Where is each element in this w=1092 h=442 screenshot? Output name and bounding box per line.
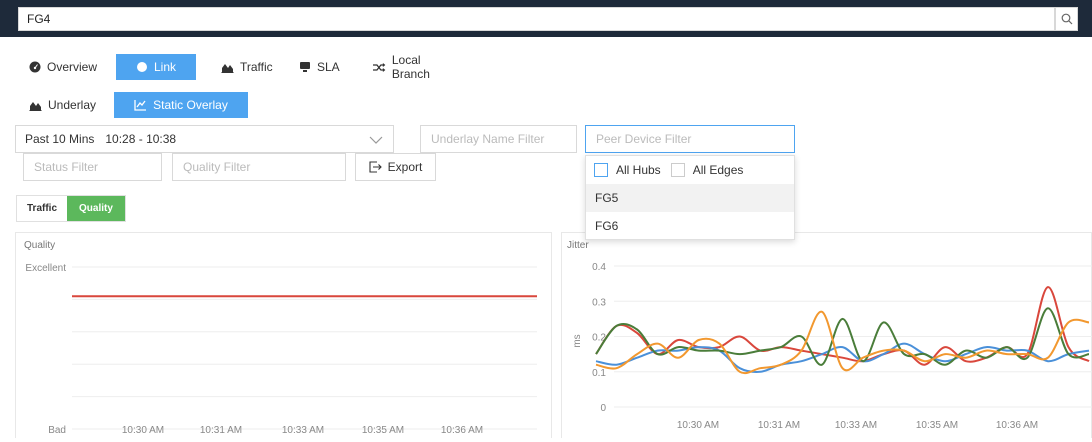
x-tick-label: 10:36 AM bbox=[441, 425, 483, 436]
x-tick-label: 10:30 AM bbox=[122, 425, 164, 436]
y-tick-label: Bad bbox=[48, 425, 66, 436]
tab-static-overlay[interactable]: Static Overlay bbox=[114, 92, 248, 118]
dropdown-checkbox-row: All Hubs All Edges bbox=[586, 156, 794, 184]
tab-overview[interactable]: Overview bbox=[18, 54, 116, 80]
x-tick-label: 10:30 AM bbox=[677, 420, 719, 431]
monitor-icon bbox=[300, 62, 310, 72]
link-bubble-icon bbox=[136, 62, 147, 72]
y-tick-label: 0.1 bbox=[592, 368, 606, 379]
x-tick-label: 10:33 AM bbox=[835, 420, 877, 431]
tab-label: SLA bbox=[317, 60, 340, 74]
dropdown-item-fg6[interactable]: FG6 bbox=[586, 212, 794, 240]
area-chart-icon bbox=[221, 63, 234, 73]
y-tick-label: 0 bbox=[600, 403, 606, 414]
main-tab-bar: Overview Link Traffic SLA Local Branch bbox=[18, 53, 472, 81]
checkbox-label: All Edges bbox=[692, 163, 744, 177]
tab-label: Overview bbox=[47, 60, 98, 74]
quality-chart: Quality Excellent Bad 10:30 AM 10:31 AM 10:33… bbox=[24, 240, 537, 436]
sub-tab-bar: Underlay Static Overlay bbox=[18, 92, 248, 118]
tab-label: Traffic bbox=[240, 60, 273, 74]
status-filter[interactable]: Status Filter bbox=[23, 153, 162, 181]
y-tick-label: 0.3 bbox=[592, 297, 606, 308]
x-tick-label: 10:35 AM bbox=[362, 425, 404, 436]
peer-device-filter[interactable]: Peer Device Filter bbox=[585, 125, 795, 153]
tab-label: Link bbox=[153, 60, 176, 74]
export-label: Export bbox=[387, 160, 423, 174]
search-icon bbox=[1061, 13, 1072, 25]
y-tick-label: Excellent bbox=[25, 263, 66, 274]
quality-chart-panel: Quality Excellent Bad 10:30 AM 10:31 AM 10:33… bbox=[15, 232, 552, 438]
time-range-value: 10:28 - 10:38 bbox=[105, 132, 177, 146]
search-input[interactable]: FG4 bbox=[18, 7, 1055, 31]
y-axis-unit: ms bbox=[572, 334, 583, 347]
toggle-quality[interactable]: Quality bbox=[67, 196, 125, 221]
search-bar: FG4 bbox=[0, 0, 1092, 37]
x-tick-label: 10:35 AM bbox=[916, 420, 958, 431]
x-tick-label: 10:36 AM bbox=[996, 420, 1038, 431]
checkbox-box bbox=[670, 163, 685, 177]
series-line bbox=[595, 310, 1090, 375]
chevron-down-icon bbox=[369, 136, 383, 144]
jitter-chart: Jitterms00.10.20.30.410:30 AM 10:31 AM 10:… bbox=[567, 240, 1092, 431]
tab-link[interactable]: Link bbox=[116, 54, 196, 80]
quality-filter[interactable]: Quality Filter bbox=[172, 153, 346, 181]
tab-label: Static Overlay bbox=[153, 98, 228, 112]
area-chart-icon bbox=[29, 101, 42, 111]
tab-traffic[interactable]: Traffic bbox=[196, 54, 288, 80]
tab-sla[interactable]: SLA bbox=[288, 54, 362, 80]
dashboard-icon bbox=[29, 61, 41, 73]
checkbox-label: All Hubs bbox=[616, 163, 661, 177]
x-tick-label: 10:31 AM bbox=[758, 420, 800, 431]
peer-device-dropdown: All Hubs All Edges FG5 FG6 bbox=[585, 155, 795, 240]
y-axis-title: Quality bbox=[24, 240, 55, 251]
y-tick-label: 0.4 bbox=[592, 262, 606, 273]
tab-underlay[interactable]: Underlay bbox=[18, 92, 114, 118]
y-axis-title: Jitter bbox=[567, 240, 589, 251]
export-icon bbox=[369, 161, 382, 173]
all-hubs-checkbox[interactable]: All Hubs bbox=[594, 163, 661, 177]
time-range-select[interactable]: Past 10 Mins 10:28 - 10:38 bbox=[15, 125, 394, 153]
x-tick-label: 10:31 AM bbox=[200, 425, 242, 436]
checkbox-box bbox=[594, 163, 608, 177]
dropdown-item-fg5[interactable]: FG5 bbox=[586, 184, 794, 212]
tab-label: Underlay bbox=[48, 98, 97, 112]
tab-local-branch[interactable]: Local Branch bbox=[362, 53, 472, 81]
jitter-chart-panel: Jitter ms 0 0.1 0.2 0.3 0.4 10:30 AM 10:31 AM 10:… bbox=[561, 232, 1092, 438]
time-range-label: Past 10 Mins bbox=[25, 132, 95, 146]
underlay-name-filter[interactable]: Underlay Name Filter bbox=[420, 125, 577, 153]
x-tick-label: 10:33 AM bbox=[282, 425, 324, 436]
tab-label: Local Branch bbox=[391, 53, 430, 81]
all-edges-checkbox[interactable]: All Edges bbox=[670, 163, 744, 177]
line-chart-icon bbox=[134, 100, 147, 111]
shuffle-icon bbox=[373, 62, 386, 72]
search-button[interactable] bbox=[1055, 7, 1078, 31]
export-button[interactable]: Export bbox=[355, 153, 436, 181]
toggle-traffic[interactable]: Traffic bbox=[17, 196, 67, 221]
metric-toggle: Traffic Quality bbox=[16, 195, 126, 222]
